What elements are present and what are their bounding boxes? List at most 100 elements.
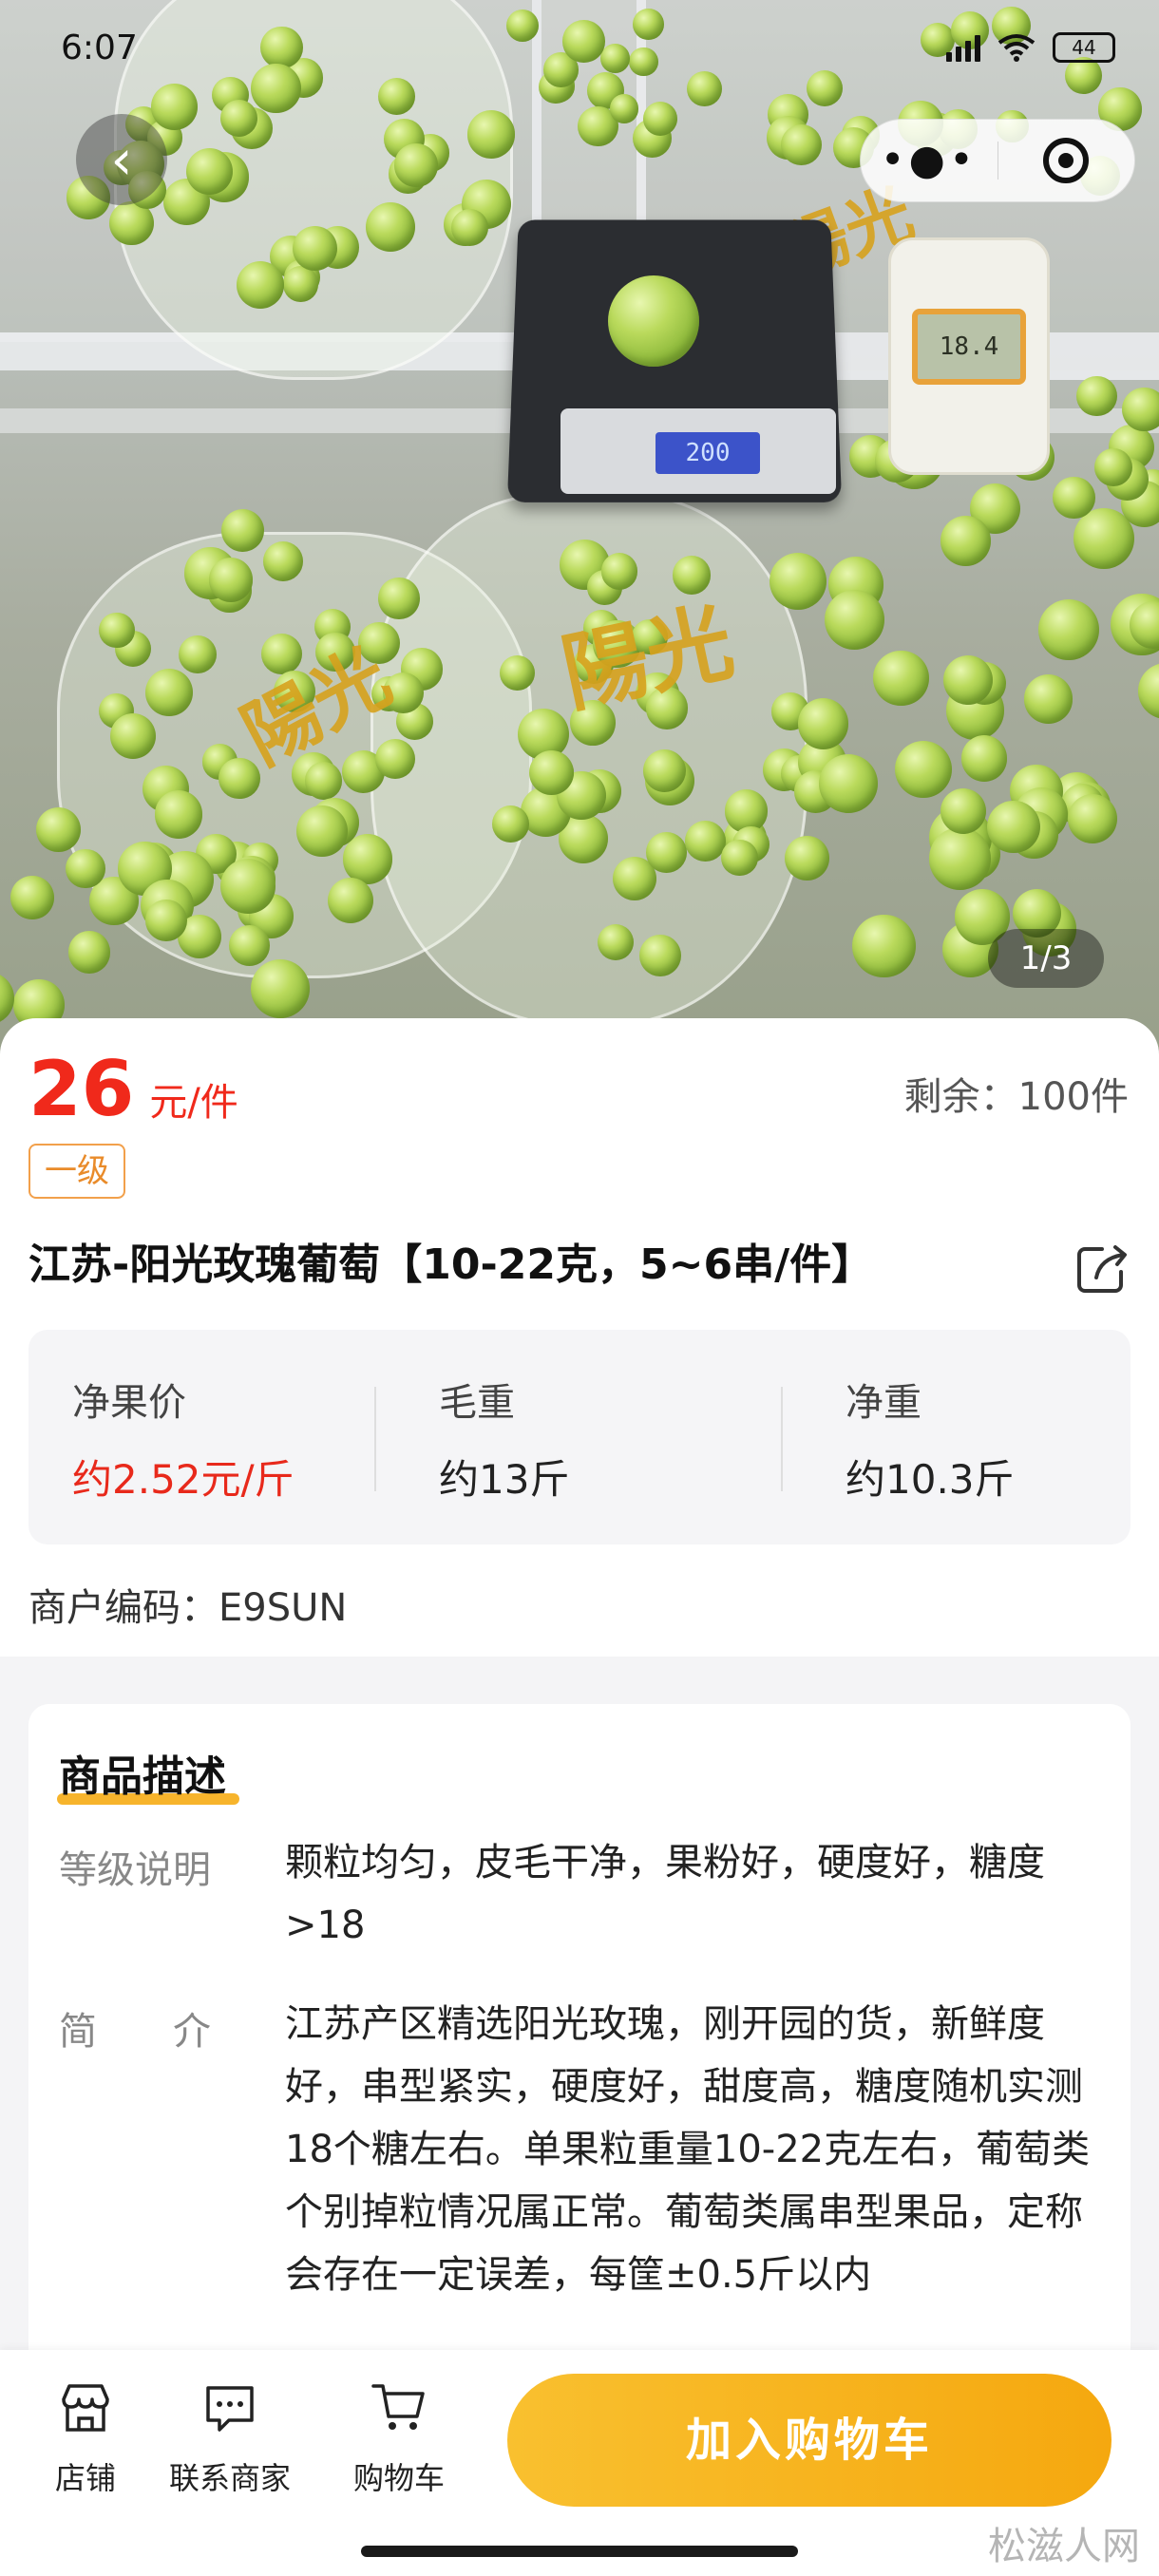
cart-icon bbox=[371, 2384, 425, 2430]
battery-icon: 44 bbox=[1053, 32, 1115, 63]
description-heading: 商品描述 bbox=[59, 1752, 226, 1801]
grape bbox=[250, 958, 310, 1018]
gallery-page-indicator: 1/3 bbox=[988, 929, 1104, 988]
grape bbox=[894, 741, 952, 799]
grape bbox=[940, 516, 991, 566]
grape bbox=[1023, 674, 1074, 724]
grape bbox=[1037, 598, 1100, 661]
status-icons: 44 bbox=[946, 32, 1115, 63]
grade-desc-text: 颗粒均匀，皮毛干净，果粉好，硬度好，糖度>18 bbox=[285, 1841, 1045, 1947]
nav-contact-merchant[interactable]: 联系商家 bbox=[144, 2378, 315, 2498]
price: 26 元/件 bbox=[28, 1045, 238, 1133]
price-number: 26 bbox=[28, 1045, 135, 1133]
grape bbox=[0, 971, 14, 1026]
home-indicator bbox=[361, 2546, 798, 2557]
grape bbox=[643, 748, 687, 792]
grape bbox=[1138, 663, 1159, 720]
grape bbox=[327, 877, 374, 923]
grape bbox=[144, 899, 187, 941]
grape bbox=[499, 654, 535, 691]
grape bbox=[824, 589, 884, 650]
grape bbox=[98, 612, 135, 649]
wifi-icon bbox=[998, 34, 1036, 62]
signal-icon bbox=[946, 33, 980, 62]
nav-label: 购物车 bbox=[352, 2460, 445, 2496]
grape bbox=[208, 558, 254, 602]
grape bbox=[785, 835, 829, 881]
stat-label: 净重 bbox=[846, 1381, 922, 1425]
stat-value: 约2.52元/斤 bbox=[72, 1456, 294, 1503]
meter-reading: 18.4 bbox=[912, 309, 1026, 385]
grape bbox=[466, 110, 516, 159]
stat-label: 净果价 bbox=[72, 1381, 186, 1425]
grape bbox=[394, 143, 438, 187]
more-button[interactable]: •●• bbox=[861, 119, 998, 202]
nav-cart[interactable]: 购物车 bbox=[314, 2378, 484, 2498]
grape bbox=[928, 827, 991, 890]
stat-value: 约13斤 bbox=[439, 1456, 570, 1503]
grape bbox=[342, 834, 393, 884]
grape bbox=[852, 914, 917, 978]
stat-net-weight: 净重 约10.3斤 bbox=[802, 1330, 1159, 1544]
grape bbox=[109, 713, 157, 760]
mini-program-capsule: •●• bbox=[860, 119, 1135, 202]
grape bbox=[450, 208, 488, 246]
description-card: 商品描述 等级说明 颗粒均匀，皮毛干净，果粉好，硬度好，糖度>18 简 介 江苏… bbox=[28, 1704, 1130, 2388]
grape bbox=[145, 669, 194, 717]
grape bbox=[1067, 794, 1117, 844]
stock-remaining: 剩余：100件 bbox=[903, 1075, 1129, 1119]
grade-badge: 一级 bbox=[28, 1144, 125, 1199]
grape bbox=[600, 553, 638, 590]
grape bbox=[1076, 375, 1117, 416]
grade-desc-label: 等级说明 bbox=[59, 1848, 211, 1892]
product-title: 江苏-阳光玫瑰葡萄【10-22克，5~6串/件】 bbox=[28, 1241, 874, 1289]
grape bbox=[943, 654, 993, 705]
share-icon[interactable] bbox=[1074, 1240, 1130, 1297]
grape bbox=[685, 820, 727, 862]
stat-label: 毛重 bbox=[439, 1381, 515, 1425]
grape bbox=[35, 806, 81, 853]
grape bbox=[818, 753, 879, 814]
grape bbox=[67, 931, 110, 974]
status-bar: 6:07 44 bbox=[0, 0, 1159, 104]
grape bbox=[154, 790, 202, 839]
grape bbox=[282, 266, 319, 302]
close-mini-program-button[interactable] bbox=[998, 138, 1134, 183]
grape bbox=[185, 147, 233, 195]
stat-gross-weight: 毛重 约13斤 bbox=[395, 1330, 762, 1544]
add-to-cart-button[interactable]: 加入购物车 bbox=[507, 2374, 1112, 2507]
grape bbox=[720, 839, 758, 877]
grape bbox=[296, 805, 348, 857]
grape bbox=[798, 698, 849, 749]
grape bbox=[528, 749, 574, 795]
chat-icon bbox=[206, 2386, 254, 2432]
grape bbox=[219, 100, 257, 138]
grape bbox=[66, 848, 106, 889]
grape bbox=[366, 201, 416, 252]
grape bbox=[218, 757, 260, 800]
price-unit: 元/件 bbox=[149, 1081, 238, 1125]
grape bbox=[769, 552, 826, 611]
grape bbox=[646, 831, 688, 873]
bottom-action-bar: 店铺 联系商家 购物车 加入购物车 bbox=[0, 2350, 1159, 2576]
grape bbox=[873, 650, 929, 707]
nav-label: 联系商家 bbox=[168, 2460, 291, 2496]
back-button[interactable]: ‹ bbox=[76, 114, 167, 205]
grape bbox=[229, 924, 270, 966]
stat-divider bbox=[374, 1387, 376, 1491]
grape bbox=[220, 508, 264, 553]
grape bbox=[374, 739, 415, 780]
watermark: 松滋人网 bbox=[988, 2525, 1140, 2568]
grape bbox=[492, 805, 530, 843]
grape bbox=[377, 578, 420, 620]
grape bbox=[1093, 447, 1133, 486]
grape bbox=[263, 540, 304, 581]
store-icon bbox=[62, 2384, 109, 2432]
grape bbox=[960, 735, 1008, 782]
target-icon bbox=[1043, 138, 1090, 183]
grape bbox=[304, 762, 343, 800]
grape bbox=[1122, 387, 1159, 432]
intro-label: 简 介 bbox=[59, 2010, 211, 2054]
scale-reading: 200 bbox=[656, 432, 760, 474]
intro-text: 江苏产区精选阳光玫瑰，刚开园的货，新鲜度好，串型紧实，硬度好，甜度高，糖度随机实… bbox=[285, 2002, 1091, 2297]
